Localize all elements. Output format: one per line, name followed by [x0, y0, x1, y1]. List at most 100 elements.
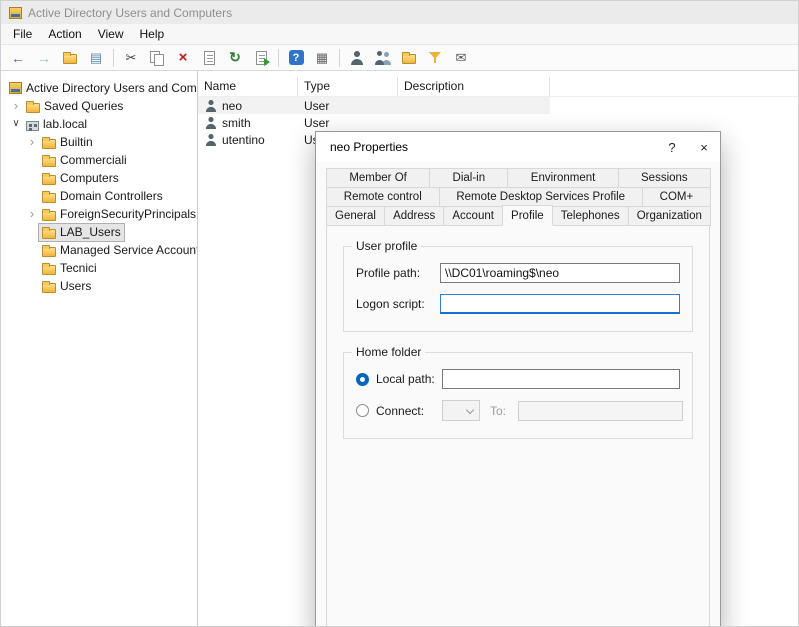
- tab-sessions[interactable]: Sessions: [618, 168, 711, 188]
- menu-action[interactable]: Action: [40, 24, 89, 44]
- user-profile-group-label: User profile: [352, 239, 421, 253]
- tab-environment[interactable]: Environment: [507, 168, 618, 188]
- profile-path-row: Profile path:: [356, 263, 680, 283]
- logon-script-label: Logon script:: [356, 297, 440, 311]
- tab-profile[interactable]: Profile: [502, 205, 553, 226]
- local-path-input[interactable]: [442, 369, 680, 389]
- user-icon: [205, 100, 217, 112]
- tab-com-plus[interactable]: COM+: [642, 187, 711, 207]
- menu-view[interactable]: View: [90, 24, 132, 44]
- toolbar-separator: [278, 49, 279, 67]
- export-list-icon[interactable]: [249, 47, 273, 69]
- new-group-icon[interactable]: [371, 47, 395, 69]
- drive-letter-dropdown: [442, 400, 480, 421]
- tree-item-tecnici[interactable]: Tecnici: [1, 259, 197, 277]
- home-folder-group-label: Home folder: [352, 345, 425, 359]
- new-user-icon[interactable]: [345, 47, 369, 69]
- local-path-radio[interactable]: [356, 373, 369, 386]
- connect-to-label: To:: [490, 404, 518, 418]
- up-one-level-icon[interactable]: [58, 47, 82, 69]
- tab-remote-desktop-services-profile[interactable]: Remote Desktop Services Profile: [439, 187, 643, 207]
- show-hide-tree-icon[interactable]: ▤: [84, 47, 108, 69]
- tree-item-label: Domain Controllers: [60, 189, 163, 203]
- tab-address[interactable]: Address: [384, 206, 444, 226]
- tree-item-saved-queries[interactable]: › Saved Queries: [1, 97, 197, 115]
- tree-item-lab-users[interactable]: LAB_Users: [1, 223, 197, 241]
- aduc-window: Active Directory Users and Computers Fil…: [0, 0, 799, 627]
- refresh-icon[interactable]: ↻: [223, 47, 247, 69]
- window-titlebar: Active Directory Users and Computers: [1, 1, 798, 24]
- column-header-type[interactable]: Type: [298, 77, 398, 96]
- tree-item-label: Saved Queries: [44, 99, 123, 113]
- back-icon[interactable]: ←: [6, 47, 30, 69]
- tab-remote-control[interactable]: Remote control: [326, 187, 440, 207]
- new-ou-icon[interactable]: [397, 47, 421, 69]
- profile-path-input[interactable]: [440, 263, 680, 283]
- profile-path-label: Profile path:: [356, 266, 440, 280]
- taskpad-icon[interactable]: ▦: [310, 47, 334, 69]
- ad-root-icon: [9, 82, 22, 94]
- tree-item-label: Builtin: [60, 135, 93, 149]
- tab-row-2: Remote control Remote Desktop Services P…: [326, 187, 710, 207]
- dialog-close-button[interactable]: ×: [688, 132, 720, 162]
- tree-item-domain-controllers[interactable]: Domain Controllers: [1, 187, 197, 205]
- delete-icon[interactable]: ×: [171, 47, 195, 69]
- chevron-down-icon: [466, 406, 474, 414]
- toolbar-separator: [113, 49, 114, 67]
- logon-script-input[interactable]: [440, 294, 680, 314]
- properties-icon[interactable]: [197, 47, 221, 69]
- tree-item-builtin[interactable]: › Builtin: [1, 133, 197, 151]
- domain-icon: [26, 121, 39, 131]
- copy-icon[interactable]: [145, 47, 169, 69]
- menu-file[interactable]: File: [5, 24, 40, 44]
- tree-item-root[interactable]: Active Directory Users and Computers: [1, 79, 197, 97]
- forward-icon[interactable]: →: [32, 47, 56, 69]
- tree-item-label: Computers: [60, 171, 119, 185]
- tree-item-computers[interactable]: Computers: [1, 169, 197, 187]
- menu-bar: File Action View Help: [1, 24, 798, 45]
- user-type: User: [298, 116, 398, 130]
- console-tree: Active Directory Users and Computers › S…: [1, 71, 198, 627]
- expand-arrow-icon[interactable]: ∨: [9, 115, 23, 133]
- connect-radio[interactable]: [356, 404, 369, 417]
- connect-to-input: [518, 401, 683, 421]
- tab-row-3: General Address Account Profile Telephon…: [326, 206, 710, 225]
- tree-item-lab-local[interactable]: ∨ lab.local: [1, 115, 197, 133]
- home-folder-group: Home folder Local path: Connect: To:: [343, 352, 693, 439]
- ou-icon: [42, 265, 56, 275]
- expand-arrow-icon[interactable]: ›: [25, 133, 39, 151]
- connect-label: Connect:: [376, 404, 442, 418]
- expand-arrow-icon[interactable]: ›: [25, 205, 39, 223]
- user-profile-group: User profile Profile path: Logon script:: [343, 246, 693, 332]
- neo-properties-dialog: neo Properties ? × Member Of Dial-in Env…: [315, 131, 721, 627]
- tree-item-label: Users: [60, 279, 91, 293]
- ou-icon: [42, 157, 56, 167]
- user-name: utentino: [222, 133, 265, 147]
- app-icon: [9, 7, 22, 19]
- tab-organization[interactable]: Organization: [628, 206, 711, 226]
- tab-telephones[interactable]: Telephones: [552, 206, 629, 226]
- list-row-neo[interactable]: neo User: [198, 97, 550, 114]
- tree-item-commerciali[interactable]: Commerciali: [1, 151, 197, 169]
- tree-item-users[interactable]: Users: [1, 277, 197, 295]
- filter-icon[interactable]: [423, 47, 447, 69]
- dialog-help-button[interactable]: ?: [656, 132, 688, 162]
- delegation-icon[interactable]: ✉: [449, 47, 473, 69]
- folder-icon: [26, 103, 40, 113]
- menu-help[interactable]: Help: [132, 24, 173, 44]
- tree-item-label: Tecnici: [60, 261, 97, 275]
- ou-icon: [42, 229, 56, 239]
- tab-member-of[interactable]: Member Of: [326, 168, 430, 188]
- tab-dial-in[interactable]: Dial-in: [429, 168, 508, 188]
- column-header-description[interactable]: Description: [398, 77, 550, 96]
- help-icon[interactable]: ?: [284, 47, 308, 69]
- tab-general[interactable]: General: [326, 206, 385, 226]
- expand-arrow-icon[interactable]: ›: [9, 97, 23, 115]
- tree-item-foreign-security-principals[interactable]: › ForeignSecurityPrincipals: [1, 205, 197, 223]
- column-header-name[interactable]: Name: [198, 77, 298, 96]
- tab-account[interactable]: Account: [443, 206, 503, 226]
- cut-icon[interactable]: ✂: [119, 47, 143, 69]
- list-row-smith[interactable]: smith User: [198, 114, 550, 131]
- tree-item-managed-service-accounts[interactable]: Managed Service Accounts: [1, 241, 197, 259]
- dialog-titlebar: neo Properties ? ×: [316, 132, 720, 162]
